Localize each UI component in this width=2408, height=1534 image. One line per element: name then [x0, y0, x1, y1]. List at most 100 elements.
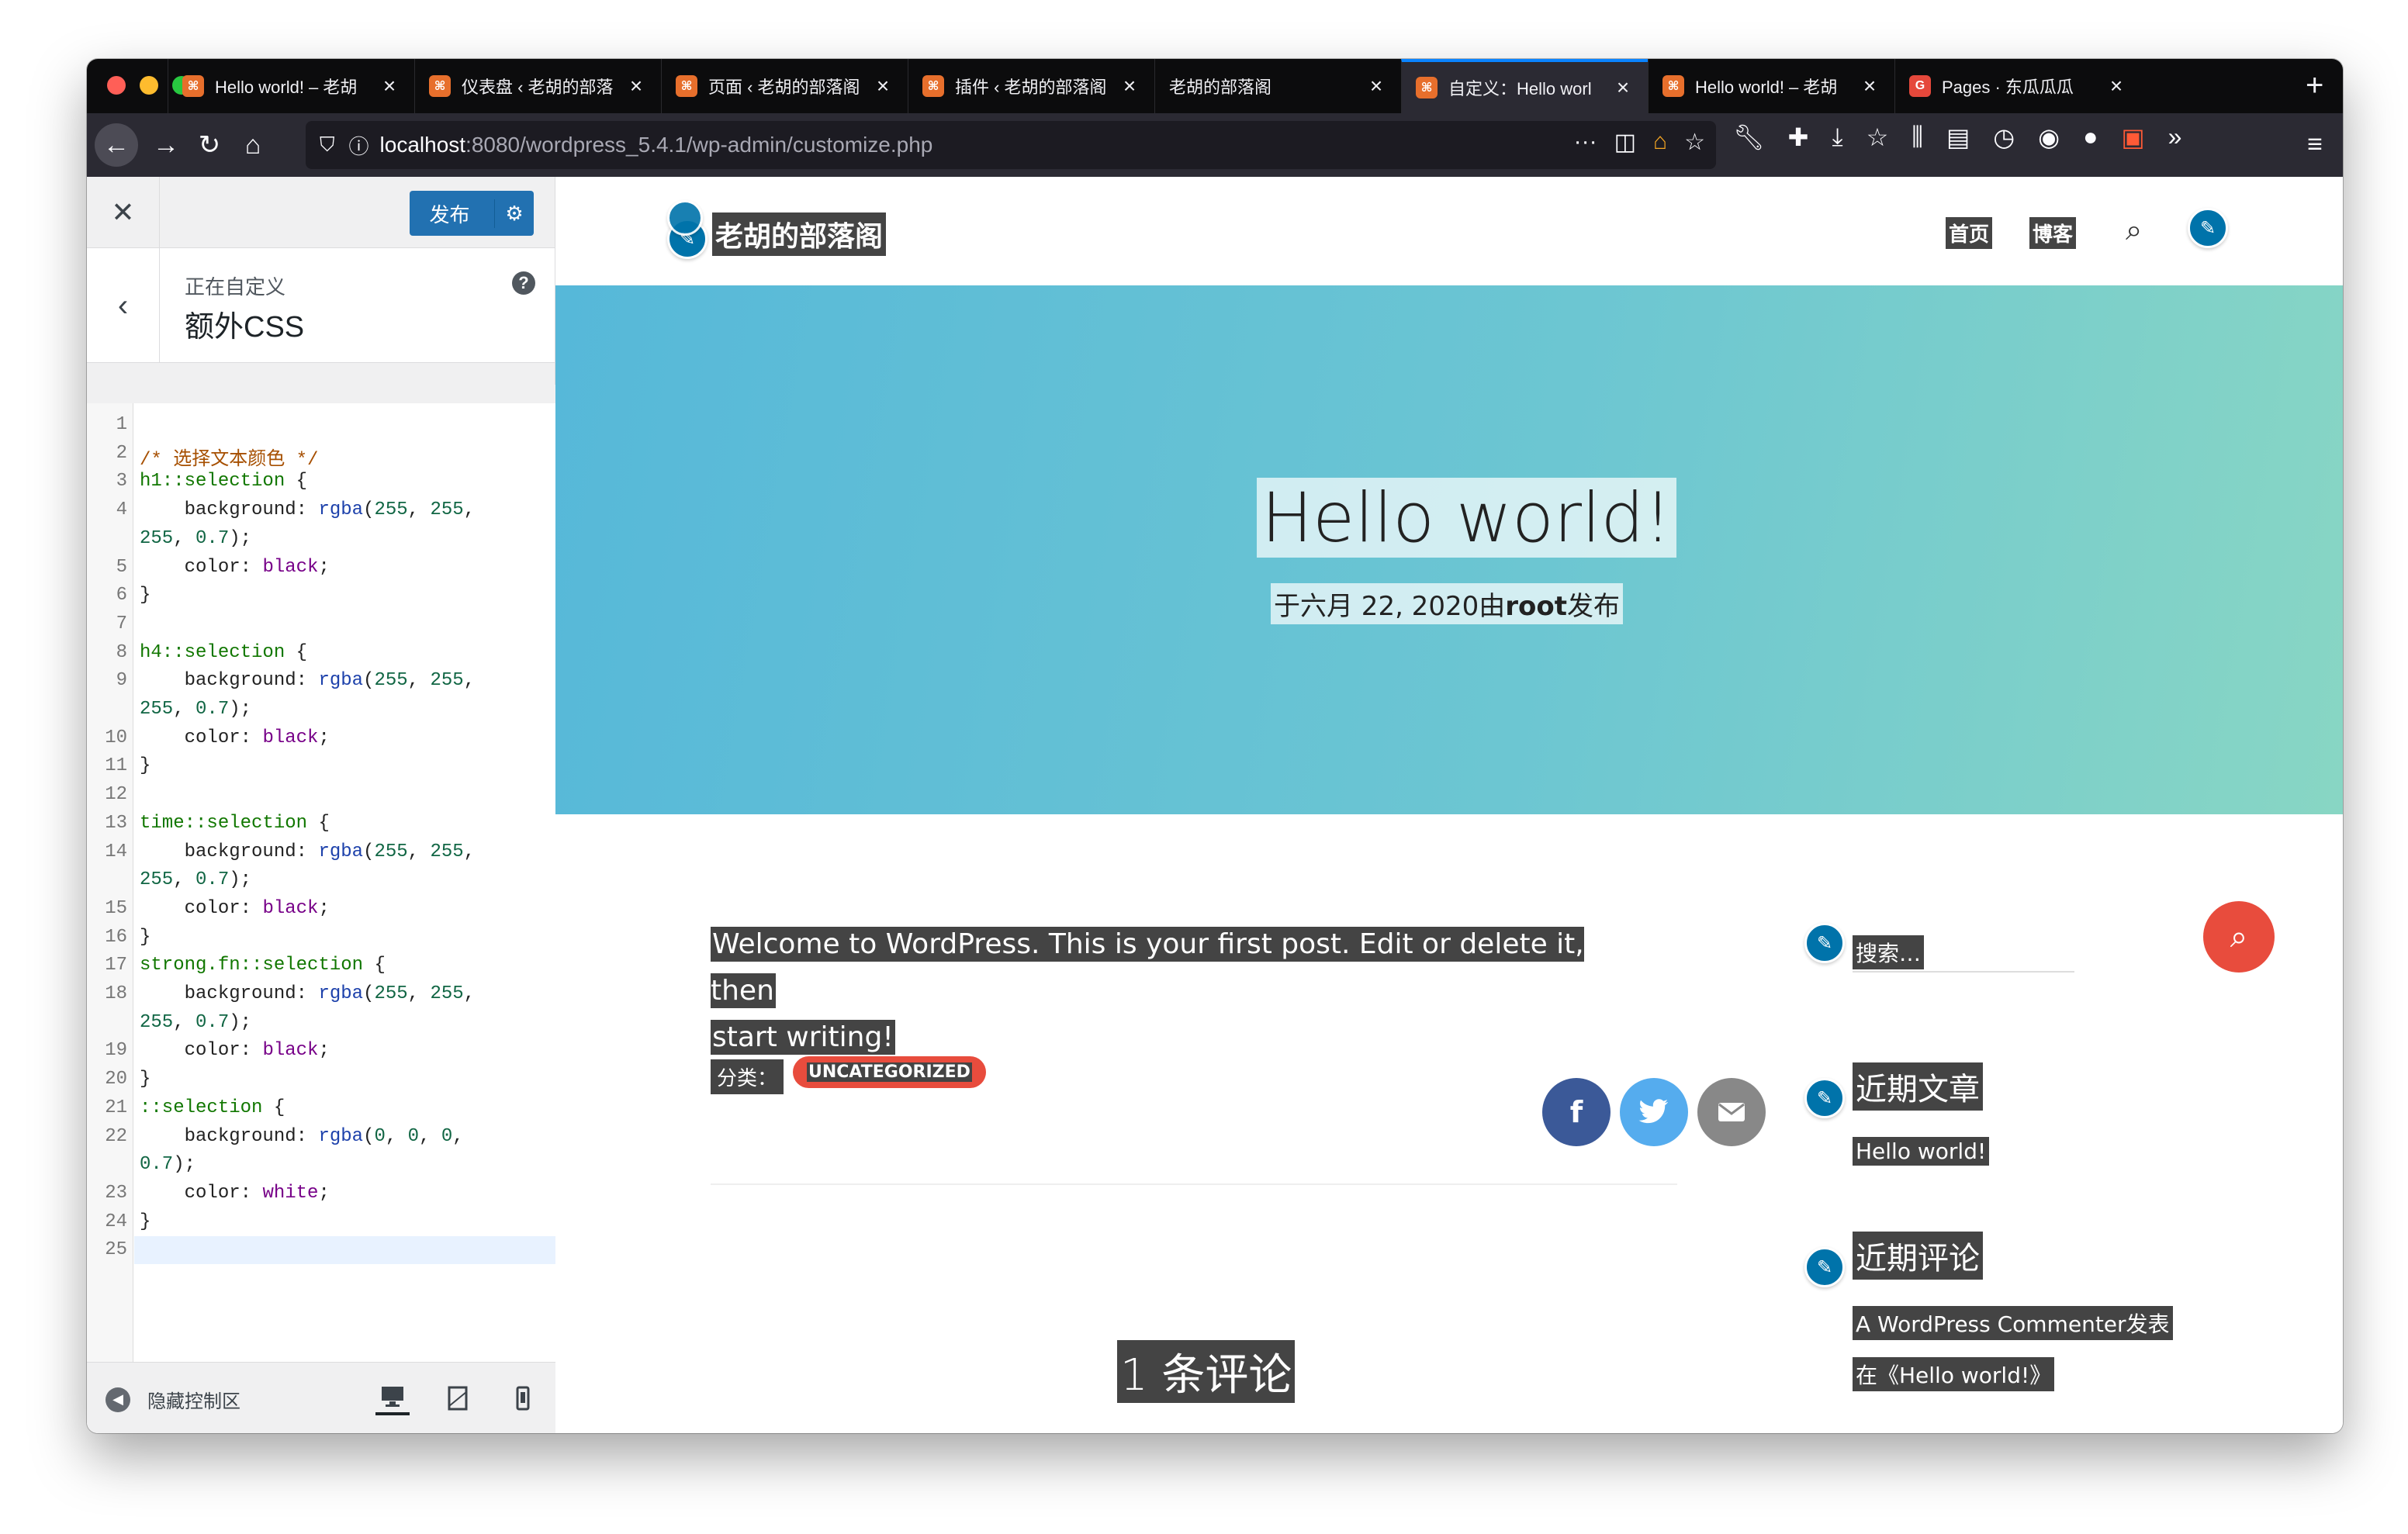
line-number: 23 [105, 1182, 127, 1204]
search-icon[interactable]: ⌕ [2126, 212, 2142, 247]
code-line: color: black; [140, 1040, 330, 1062]
xampp-icon: ⌘ [182, 75, 204, 97]
recent-post-link[interactable]: Hello world! [1853, 1137, 1990, 1166]
sidebar-icon[interactable]: ▤ [1946, 123, 1970, 152]
category-label: 分类： [711, 1059, 784, 1094]
browser-window: ⌘ Hello world! – 老胡 × ⌘ 仪表盘 ‹ 老胡的部落 × ⌘ … [87, 59, 2343, 1433]
hamburger-menu-icon[interactable]: ≡ [2293, 123, 2337, 166]
code-line: 0.7); [140, 1154, 196, 1176]
browser-tab[interactable]: 老胡的部落阁 × [1154, 59, 1401, 113]
close-tab-icon[interactable]: × [1119, 74, 1140, 98]
gear-icon[interactable]: ⚙ [495, 202, 534, 226]
site-preview: ✎ 老胡的部落阁 首页 博客 ⌕ ✎ Hello world! 于六月 22, … [555, 177, 2343, 1433]
browser-tab[interactable]: G Pages · 东瓜瓜瓜 × [1894, 59, 2141, 113]
recent-comment-link[interactable]: 在《Hello world!》 [1853, 1357, 2055, 1391]
search-placeholder: 搜索… [1853, 935, 1925, 969]
customizer-footer: ◀ 隐藏控制区 [87, 1362, 555, 1433]
code-line: background: rgba(255, 255, [140, 670, 476, 692]
close-tab-icon[interactable]: × [872, 74, 894, 98]
edit-shortcut-icon[interactable]: ✎ [1804, 1078, 1845, 1118]
post-content: Welcome to WordPress. This is your first… [711, 921, 1657, 1061]
new-tab-icon[interactable]: + [2306, 68, 2323, 103]
download-icon[interactable]: ⤓ [1832, 123, 1842, 152]
twitter-share-icon[interactable] [1620, 1078, 1688, 1146]
xampp-icon: ⌘ [429, 75, 451, 97]
browser-tab-active[interactable]: ⌘ 自定义：Hello worl × [1401, 59, 1648, 113]
desktop-preview-icon[interactable] [375, 1381, 410, 1415]
code-line: 255, 0.7); [140, 1011, 252, 1033]
css-code-editor[interactable]: 1 2 3 4 5 6 7 8 9 10 11 12 13 14 15 16 17 18 19 20 21 22 23 24 2… [87, 385, 555, 1371]
minimize-window-button[interactable] [140, 76, 158, 95]
tablet-preview-icon[interactable] [441, 1381, 475, 1415]
facebook-share-icon[interactable]: f [1542, 1078, 1611, 1146]
current-line-highlight [134, 1236, 555, 1265]
url-bar[interactable]: ⛉ ⓘ localhost:8080/wordpress_5.4.1/wp-ad… [306, 121, 1716, 169]
close-window-button[interactable] [107, 76, 126, 95]
email-share-icon[interactable] [1697, 1078, 1766, 1146]
extensions-icon[interactable]: ✚ [1788, 123, 1809, 152]
history-icon[interactable]: ◷ [1993, 123, 2015, 152]
edit-shortcut-icon[interactable]: ✎ [2188, 208, 2228, 248]
menu-item-home[interactable]: 首页 [1946, 217, 1993, 249]
edit-shortcut-icon[interactable]: ✎ [1804, 1247, 1845, 1287]
site-title[interactable]: 老胡的部落阁 [712, 212, 887, 256]
line-number: 22 [105, 1125, 127, 1147]
code-line: time::selection { [140, 812, 330, 834]
publish-button[interactable]: 发布 ⚙ [410, 191, 534, 236]
browser-tab[interactable]: ⌘ Hello world! – 老胡 × [1648, 59, 1894, 113]
code-line: } [140, 926, 151, 948]
code-line: 255, 0.7); [140, 527, 252, 549]
ghost-icon[interactable]: ● [2083, 123, 2098, 152]
menu-item-blog[interactable]: 博客 [2029, 217, 2077, 249]
home-icon[interactable]: ⌂ [1653, 129, 1667, 156]
back-icon[interactable]: ← [95, 123, 138, 167]
account-icon[interactable]: ◉ [2038, 123, 2060, 152]
overflow-icon[interactable]: » [2168, 123, 2182, 152]
browser-tab[interactable]: ⌘ 仪表盘 ‹ 老胡的部落 × [414, 59, 661, 113]
bookmark-star-icon[interactable]: ☆ [1684, 129, 1705, 156]
translate-icon[interactable]: ▣ [2121, 123, 2144, 152]
home-icon[interactable]: ⌂ [231, 123, 275, 167]
help-icon[interactable]: ? [512, 271, 535, 295]
toolbar-icons: 🔧︎ ✚ ⤓ ☆ ⫼ ▤ ◷ ◉ ● ▣ » [1733, 123, 2181, 152]
edit-shortcut-icon[interactable]: ✎ [1804, 923, 1845, 963]
info-icon[interactable]: ⓘ [349, 131, 369, 160]
browser-tab[interactable]: ⌘ 插件 ‹ 老胡的部落阁 × [908, 59, 1154, 113]
close-tab-icon[interactable]: × [1859, 74, 1880, 98]
page-actions-icon[interactable]: ··· [1574, 129, 1597, 156]
comments-heading: 1 条评论 [1117, 1340, 1296, 1403]
reload-icon[interactable]: ↻ [188, 123, 231, 167]
section-header: ‹ 正在自定义 额外CSS ? [87, 248, 555, 363]
browser-tab[interactable]: ⌘ 页面 ‹ 老胡的部落阁 × [661, 59, 908, 113]
close-tab-icon[interactable]: × [1612, 75, 1634, 100]
hide-controls-button[interactable]: ◀ 隐藏控制区 [106, 1386, 240, 1413]
close-tab-icon[interactable]: × [2105, 74, 2127, 98]
close-tab-icon[interactable]: × [1365, 74, 1387, 98]
navigation-bar: ← → ↻ ⌂ ⛉ ⓘ localhost:8080/wordpress_5.4… [87, 113, 2343, 177]
recent-comment-link[interactable]: A WordPress Commenter发表 [1853, 1306, 2173, 1340]
tab-label: 插件 ‹ 老胡的部落阁 [955, 78, 1107, 97]
close-icon[interactable]: ✕ [87, 177, 160, 248]
pocket-icon[interactable]: ◫ [1614, 129, 1636, 156]
code-line: } [140, 1069, 151, 1090]
close-tab-icon[interactable]: × [625, 74, 647, 98]
wrench-icon[interactable]: 🔧︎ [1733, 123, 1765, 152]
line-number: 2 [116, 442, 127, 464]
bookmark-icon[interactable]: ☆ [1867, 123, 1889, 152]
post-author[interactable]: root [1505, 591, 1567, 622]
close-tab-icon[interactable]: × [379, 74, 400, 98]
forward-icon[interactable]: → [144, 123, 188, 167]
post-date: 于六月 22, 2020由 [1274, 591, 1506, 622]
shield-icon[interactable]: ⛉ [320, 133, 335, 157]
url-path: :8080/wordpress_5.4.1/wp-admin/customize… [465, 133, 933, 157]
search-button[interactable]: ⌕ [2203, 901, 2275, 973]
line-number: 10 [105, 727, 127, 748]
line-number: 21 [105, 1097, 127, 1118]
library-icon[interactable]: ⫼ [1912, 123, 1923, 152]
mobile-preview-icon[interactable] [506, 1381, 540, 1415]
category-badge[interactable]: UNCATEGORIZED [793, 1056, 986, 1088]
browser-tab[interactable]: ⌘ Hello world! – 老胡 × [168, 59, 414, 113]
line-number: 24 [105, 1211, 127, 1232]
back-chevron-icon[interactable]: ‹ [87, 248, 160, 363]
tab-label: 仪表盘 ‹ 老胡的部落 [462, 78, 614, 97]
